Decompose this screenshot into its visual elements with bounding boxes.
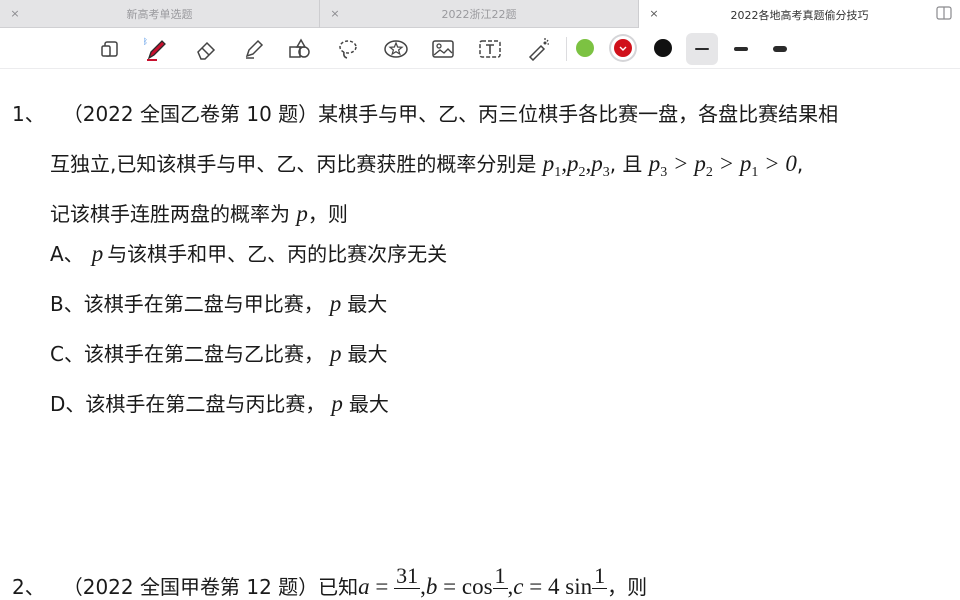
tab-close-icon[interactable]: × xyxy=(647,7,661,21)
fraction-31: 31​ xyxy=(394,563,421,589)
pen-icon[interactable]: ᛒ xyxy=(140,33,172,65)
tab-close-icon[interactable]: × xyxy=(8,7,22,21)
tab-2[interactable]: × 2022浙江22题 xyxy=(320,0,639,28)
image-icon[interactable] xyxy=(427,33,459,65)
stroke-thick-button[interactable] xyxy=(764,33,796,65)
option-b: B、该棋手在第二盘与甲比赛， p 最大 xyxy=(50,291,388,316)
formula-inequality: p3 > p2 > p1 > 0 xyxy=(648,151,797,180)
question-number: 2、 xyxy=(12,575,45,599)
tab-close-icon[interactable]: × xyxy=(328,7,342,21)
question-1-line-3: 记该棋手连胜两盘的概率为 p，则 xyxy=(50,201,348,226)
drawing-toolbar: ᛒ xyxy=(0,29,960,69)
tab-1[interactable]: × 新高考单选题 xyxy=(0,0,320,28)
sticker-icon[interactable] xyxy=(380,33,412,65)
laser-pointer-icon[interactable] xyxy=(522,33,554,65)
tab-3-active[interactable]: × 2022各地高考真题偷分技巧 xyxy=(639,0,960,29)
question-1-line-2: 互独立,已知该棋手与甲、乙、丙比赛获胜的概率分别是 p1,p2,p3, 且 p3… xyxy=(50,151,804,180)
highlighter-icon[interactable] xyxy=(238,33,270,65)
question-1-line-1: 1、 （2022 全国乙卷第 10 题）某棋手与甲、乙、丙三位棋手各比赛一盘，各盘… xyxy=(12,98,838,127)
option-c: C、该棋手在第二盘与乙比赛， p 最大 xyxy=(50,341,388,366)
svg-text:ᛒ: ᛒ xyxy=(143,37,148,46)
stroke-thin-button[interactable] xyxy=(686,33,718,65)
lasso-select-icon[interactable] xyxy=(94,33,126,65)
tab-label: 新高考单选题 xyxy=(126,8,193,21)
lasso-icon[interactable] xyxy=(332,33,364,65)
question-2-line-1: 2、（2022 全国甲卷第 12 题）已知a = 31​,b = cos1​,c… xyxy=(12,564,647,600)
chevron-down-icon xyxy=(619,46,627,51)
eraser-icon[interactable] xyxy=(190,33,222,65)
toolbar-divider xyxy=(566,37,567,61)
option-d: D、该棋手在第二盘与丙比赛， p 最大 xyxy=(50,391,389,416)
note-page[interactable]: 1、 （2022 全国乙卷第 10 题）某棋手与甲、乙、丙三位棋手各比赛一盘，各盘… xyxy=(0,70,960,600)
color-swatch-red[interactable] xyxy=(614,39,632,57)
stroke-medium-button[interactable] xyxy=(725,33,757,65)
fraction-sin: 1​ xyxy=(592,563,608,589)
tab-bar: × 新高考单选题 × 2022浙江22题 × 2022各地高考真题偷分技巧 xyxy=(0,0,960,29)
color-swatch-black[interactable] xyxy=(654,39,672,57)
fraction-cos: 1​ xyxy=(492,563,508,589)
shapes-icon[interactable] xyxy=(284,33,316,65)
text-icon[interactable] xyxy=(474,33,506,65)
tab-label: 2022各地高考真题偷分技巧 xyxy=(730,8,869,22)
question-stem: （2022 全国乙卷第 10 题）某棋手与甲、乙、丙三位棋手各比赛一盘，各盘比赛… xyxy=(62,102,839,126)
color-swatch-green[interactable] xyxy=(576,39,594,57)
option-a: A、 p 与该棋手和甲、乙、丙的比赛次序无关 xyxy=(50,241,448,266)
tab-label: 2022浙江22题 xyxy=(441,8,517,21)
question-number: 1、 xyxy=(12,102,45,126)
split-view-icon[interactable] xyxy=(936,6,952,20)
formula-p1p2p3: p1,p2,p3 xyxy=(542,151,610,180)
